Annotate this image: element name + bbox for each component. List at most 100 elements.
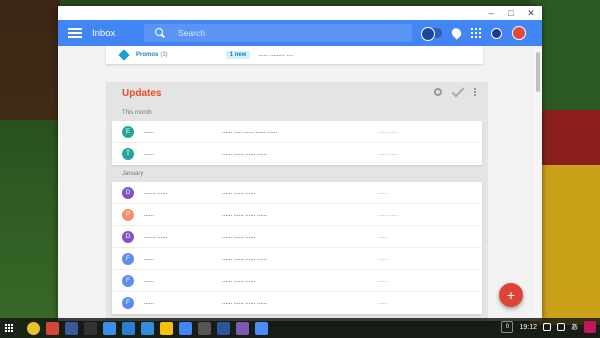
- sender-avatar: E: [122, 125, 134, 138]
- search-bar[interactable]: [144, 24, 412, 42]
- location-pin-icon[interactable]: [449, 26, 464, 40]
- inbox-app-icon[interactable]: [255, 321, 268, 335]
- minimize-button[interactable]: –: [486, 6, 496, 20]
- email-row[interactable]: F ...... ...... ...... ...... ......: [112, 270, 482, 292]
- compose-fab-button[interactable]: +: [499, 283, 523, 307]
- email-subject: ...... ...... ...... ......: [222, 255, 268, 262]
- camera-icon[interactable]: [84, 321, 97, 335]
- account-avatar[interactable]: [512, 26, 526, 40]
- email-snippet: ......: [378, 255, 389, 262]
- updates-title: Updates: [122, 87, 162, 99]
- email-subject: ...... ...... ......: [222, 233, 256, 240]
- email-list-this-month: E ...... ...... ..... ...... ...... ....…: [112, 121, 482, 165]
- battery-icon: [543, 323, 551, 331]
- email-sender: ......: [144, 211, 155, 218]
- gmail-icon[interactable]: [46, 321, 59, 335]
- email-sender: ......: [144, 128, 155, 135]
- email-snippet: ......: [378, 300, 389, 306]
- email-sender: ......: [144, 277, 155, 284]
- status-tray[interactable]: 0 19:12 あ: [501, 321, 596, 333]
- sender-avatar: F: [122, 274, 134, 287]
- scrollbar[interactable]: [534, 46, 542, 321]
- maximize-button[interactable]: □: [506, 6, 516, 20]
- facebook-icon[interactable]: [65, 321, 78, 335]
- appbar-actions: [421, 26, 526, 41]
- app-title: Inbox: [92, 27, 116, 39]
- word-icon[interactable]: [217, 321, 230, 335]
- cloud-icon[interactable]: [103, 321, 116, 335]
- sender-avatar: F: [122, 297, 134, 309]
- updates-header: Updates: [106, 82, 488, 104]
- email-sender: ......: [144, 151, 155, 157]
- promos-label: Promos: [136, 52, 159, 58]
- email-sender: ......: [144, 255, 155, 262]
- email-list-january: D ....... ...... ...... ...... ...... ..…: [112, 182, 482, 314]
- sweep-icon[interactable]: [451, 84, 465, 98]
- files-icon[interactable]: [141, 321, 154, 335]
- menu-icon[interactable]: [68, 28, 82, 38]
- email-subject: ...... ..... ...... ...... ......: [222, 128, 278, 135]
- user-avatar[interactable]: [584, 321, 596, 333]
- email-sender: ......: [144, 300, 155, 306]
- email-subject: ...... ...... ......: [222, 277, 256, 284]
- app-bar: Inbox: [58, 20, 542, 46]
- notifications-icon[interactable]: [491, 27, 502, 39]
- wifi-icon: [557, 323, 565, 331]
- email-subject: ...... ...... ...... ......: [222, 300, 268, 306]
- updates-bundle: Updates This month E ...... ...... .....…: [106, 82, 488, 321]
- email-row[interactable]: T ...... ...... ...... ...... ...... ...…: [112, 143, 482, 165]
- email-snippet: ......: [378, 233, 389, 240]
- chrome-icon[interactable]: [27, 321, 40, 335]
- close-button[interactable]: ✕: [526, 6, 536, 20]
- promos-count: (3): [160, 52, 168, 58]
- inbox-content: Promos (3) 1 new ...... ......... .... U…: [58, 46, 534, 321]
- email-subject: ...... ...... ...... ......: [222, 211, 268, 218]
- keep-icon[interactable]: [160, 321, 173, 335]
- email-row[interactable]: D ....... ...... ...... ...... ...... ..…: [112, 226, 482, 248]
- email-snippet: ......: [378, 277, 389, 284]
- scrollbar-thumb[interactable]: [536, 52, 540, 92]
- notification-count[interactable]: 0: [501, 321, 514, 333]
- email-row[interactable]: F ...... ...... ...... ...... ...... ...…: [112, 292, 482, 314]
- pin-toggle[interactable]: [421, 27, 442, 41]
- email-row[interactable]: E ...... ...... ..... ...... ...... ....…: [112, 121, 482, 143]
- calendar-icon[interactable]: [179, 321, 192, 335]
- email-snippet: ...... .....: [378, 151, 399, 157]
- email-snippet: ...... .....: [378, 211, 399, 218]
- system-shelf: 0 19:12 あ: [0, 318, 600, 338]
- sender-avatar: T: [122, 148, 134, 160]
- folder-icon[interactable]: [198, 321, 211, 335]
- email-sender: ....... ......: [144, 189, 168, 196]
- note-icon[interactable]: [236, 321, 249, 335]
- updates-actions: [434, 84, 476, 98]
- new-badge: 1 new: [225, 51, 251, 59]
- sender-avatar: P: [122, 208, 134, 221]
- sender-avatar: F: [122, 252, 134, 265]
- wallpaper-left-accent: [0, 0, 60, 120]
- email-row[interactable]: D ....... ...... ...... ...... ...... ..…: [112, 182, 482, 204]
- window-controls: – □ ✕: [486, 6, 536, 20]
- apps-grid-icon[interactable]: [471, 28, 481, 38]
- window-titlebar[interactable]: – □ ✕: [58, 6, 542, 20]
- section-label-this-month: This month: [122, 110, 152, 116]
- email-row[interactable]: P ...... ...... ...... ...... ...... ...…: [112, 204, 482, 226]
- ime-indicator: あ: [571, 324, 578, 331]
- browser-window: – □ ✕ Inbox Promos (3) 1 new ...... ...: [58, 6, 542, 321]
- promos-bundle[interactable]: Promos (3) 1 new ...... ......... ....: [106, 46, 483, 64]
- sender-avatar: D: [122, 186, 134, 199]
- search-icon: [154, 27, 166, 39]
- search-input[interactable]: [178, 28, 378, 38]
- email-snippet: ..... ......: [378, 128, 399, 135]
- email-subject: ...... ...... ......: [222, 189, 256, 196]
- shelf-apps: [27, 321, 268, 335]
- more-vert-icon[interactable]: [474, 88, 476, 96]
- email-subject: ...... ...... ...... ......: [222, 151, 268, 157]
- app-launcher-icon[interactable]: [5, 324, 13, 332]
- dropbox-icon[interactable]: [122, 321, 135, 335]
- promos-preview: ...... ......... ....: [258, 52, 294, 58]
- clock: 19:12: [519, 323, 537, 331]
- tag-icon: [118, 49, 130, 61]
- email-row[interactable]: F ...... ...... ...... ...... ...... ...…: [112, 248, 482, 270]
- email-snippet: ......: [378, 189, 389, 196]
- gear-icon[interactable]: [434, 88, 442, 96]
